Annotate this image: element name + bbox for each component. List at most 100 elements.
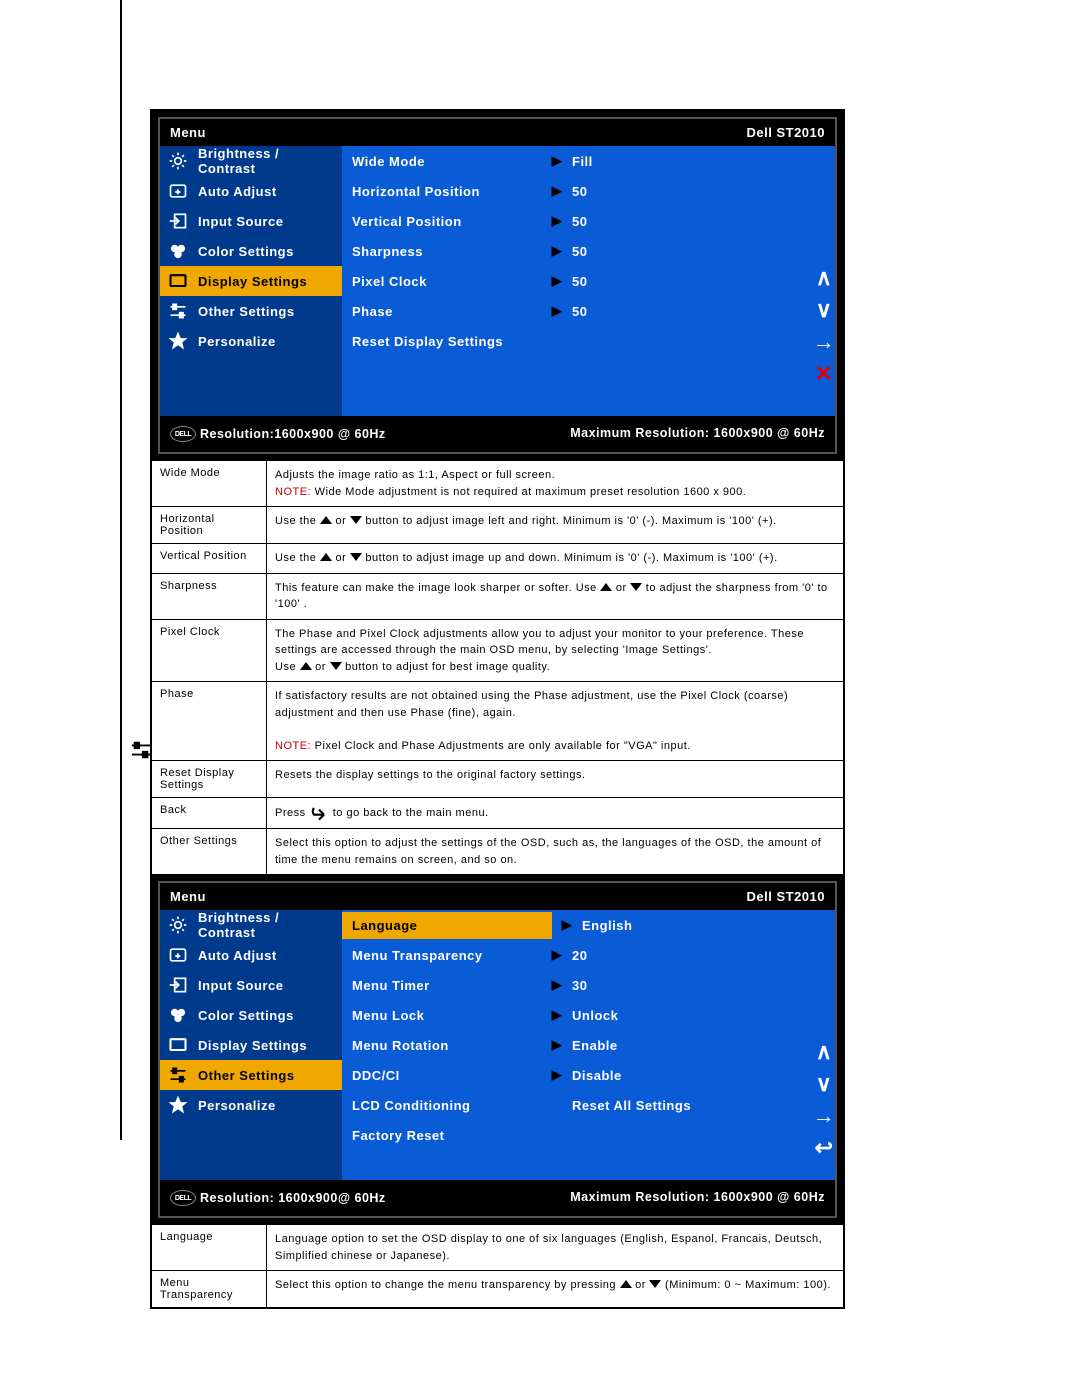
back-arrow-icon: [309, 804, 329, 822]
osd-sub-item[interactable]: Vertical Position▶50: [342, 206, 835, 236]
osd-menu-label: Auto Adjust: [198, 948, 277, 963]
osd-sub-value: Fill: [572, 154, 825, 169]
osd-sub-item[interactable]: Phase▶50: [342, 296, 835, 326]
osd-sub-item[interactable]: Factory Reset: [342, 1120, 835, 1150]
label-language: Language: [151, 1225, 267, 1271]
osd-menu-item[interactable]: Color Settings: [160, 236, 342, 266]
nav-up-button[interactable]: ∧: [816, 267, 833, 289]
osd-sub-item[interactable]: Menu Timer▶30: [342, 970, 835, 1000]
osd-resolution: Resolution: 1600x900@ 60Hz: [200, 1191, 386, 1205]
nav-enter-button[interactable]: →: [813, 331, 836, 353]
label-menu-transparency: Menu Transparency: [151, 1271, 267, 1309]
osd-sub-item[interactable]: Menu Transparency▶20: [342, 940, 835, 970]
brightness-icon: [168, 151, 188, 171]
nav-up-button[interactable]: ∧: [816, 1041, 833, 1063]
chevron-right-icon: ▶: [542, 977, 572, 993]
desc-language: Language option to set the OSD display t…: [267, 1225, 845, 1271]
osd-sub-item[interactable]: Sharpness▶50: [342, 236, 835, 266]
chevron-up-icon: [320, 513, 332, 530]
osd-sub-item[interactable]: Wide Mode▶Fill: [342, 146, 835, 176]
label-horizontal-position: Horizontal Position: [151, 507, 267, 544]
chevron-up-icon: [300, 659, 312, 676]
osd-menu-item[interactable]: Color Settings: [160, 1000, 342, 1030]
other-settings-icon: [168, 301, 188, 321]
osd-sub-item[interactable]: Pixel Clock▶50: [342, 266, 835, 296]
osd-menu-item[interactable]: Personalize: [160, 326, 342, 356]
osd-side-buttons: ∧ ∨ → ↩: [807, 1041, 841, 1159]
desc-horizontal-position: Use the or button to adjust image left a…: [267, 507, 845, 544]
osd-menu-item[interactable]: Display Settings: [160, 1030, 342, 1060]
chevron-up-icon: [620, 1277, 632, 1294]
osd-menu-item[interactable]: Display Settings: [160, 266, 342, 296]
osd-menu-item[interactable]: Other Settings: [160, 1060, 342, 1090]
doc-divider-left: [120, 0, 122, 1140]
nav-back-button[interactable]: ↩: [815, 1137, 834, 1159]
label-reset-display-settings: Reset Display Settings: [151, 761, 267, 798]
chevron-right-icon: ▶: [542, 243, 572, 259]
chevron-right-icon: ▶: [542, 1007, 572, 1023]
osd-sub-label: Pixel Clock: [352, 274, 542, 289]
manual-table: Menu Dell ST2010 Brightness / Contrast+A…: [150, 109, 845, 1309]
display-settings-icon: [168, 271, 188, 291]
osd-menu-item[interactable]: Personalize: [160, 1090, 342, 1120]
other-settings-icon: [168, 1065, 188, 1085]
osd-menu-item[interactable]: + Auto Adjust: [160, 940, 342, 970]
osd-menu-label: Other Settings: [198, 304, 295, 319]
osd-sub-label: Horizontal Position: [352, 184, 542, 199]
chevron-right-icon: ▶: [542, 273, 572, 289]
desc-reset-display-settings: Resets the display settings to the origi…: [267, 761, 845, 798]
osd-sub-item[interactable]: Reset Display Settings: [342, 326, 835, 356]
osd-menu-item[interactable]: + Auto Adjust: [160, 176, 342, 206]
nav-down-button[interactable]: ∨: [816, 1073, 833, 1095]
osd-sub-label: Factory Reset: [352, 1128, 542, 1143]
desc-menu-transparency: Select this option to change the menu tr…: [267, 1271, 845, 1309]
osd-menu-label: Input Source: [198, 214, 283, 229]
osd-sub-label: Wide Mode: [352, 154, 542, 169]
osd-resolution: Resolution:1600x900 @ 60Hz: [200, 427, 386, 441]
svg-text:+: +: [175, 186, 180, 196]
osd-sub-item[interactable]: Menu Lock▶Unlock: [342, 1000, 835, 1030]
osd-sub-item[interactable]: DDC/CI▶Disable: [342, 1060, 835, 1090]
osd-sub-value: 50: [572, 244, 825, 259]
osd-sub-value: 50: [572, 274, 825, 289]
nav-enter-button[interactable]: →: [813, 1105, 836, 1127]
osd-sub-value: 50: [572, 214, 825, 229]
chevron-right-icon: ▶: [542, 303, 572, 319]
osd-sub-item[interactable]: LCD ConditioningReset All Settings: [342, 1090, 835, 1120]
osd-sub-item[interactable]: Menu Rotation▶Enable: [342, 1030, 835, 1060]
osd-model: Dell ST2010: [747, 889, 826, 904]
osd-sub-label: Menu Transparency: [352, 948, 542, 963]
osd-logo: DELL Resolution:1600x900 @ 60Hz: [170, 426, 386, 442]
osd-menu-item[interactable]: Brightness / Contrast: [160, 910, 342, 940]
osd-sub-label: Language: [342, 912, 552, 939]
osd-menu-item[interactable]: Brightness / Contrast: [160, 146, 342, 176]
osd-display-settings: Menu Dell ST2010 Brightness / Contrast+A…: [152, 117, 843, 454]
svg-text:+: +: [175, 951, 180, 961]
osd-menu-label: Input Source: [198, 978, 283, 993]
osd-sub-item[interactable]: Language▶English: [342, 910, 835, 940]
chevron-down-icon: [649, 1277, 661, 1294]
osd-menu-item[interactable]: Other Settings: [160, 296, 342, 326]
osd-sub-item[interactable]: Horizontal Position▶50: [342, 176, 835, 206]
osd-menu-item[interactable]: Input Source: [160, 206, 342, 236]
chevron-down-icon: [630, 580, 642, 597]
osd-model: Dell ST2010: [747, 125, 826, 140]
osd-sub-label: Menu Lock: [352, 1008, 542, 1023]
sliders-icon: [130, 740, 152, 760]
osd-sub-label: LCD Conditioning: [352, 1098, 542, 1113]
osd-menu-label: Display Settings: [198, 274, 307, 289]
color-settings-icon: [168, 241, 188, 261]
color-settings-icon: [168, 1005, 188, 1025]
osd-sub-menu: Wide Mode▶FillHorizontal Position▶50Vert…: [342, 146, 835, 416]
desc-wide-mode: Adjusts the image ratio as 1:1, Aspect o…: [267, 461, 845, 507]
osd-menu-label: Brightness / Contrast: [198, 910, 334, 940]
desc-back: Press to go back to the main menu.: [267, 798, 845, 829]
label-other-settings: Other Settings: [151, 829, 267, 875]
osd-menu-label: Other Settings: [198, 1068, 295, 1083]
nav-close-button[interactable]: ✕: [815, 363, 834, 385]
osd-menu-label: Auto Adjust: [198, 184, 277, 199]
label-back: Back: [151, 798, 267, 829]
osd-menu-item[interactable]: Input Source: [160, 970, 342, 1000]
nav-down-button[interactable]: ∨: [816, 299, 833, 321]
osd-max-resolution: Maximum Resolution: 1600x900 @ 60Hz: [570, 1190, 825, 1206]
